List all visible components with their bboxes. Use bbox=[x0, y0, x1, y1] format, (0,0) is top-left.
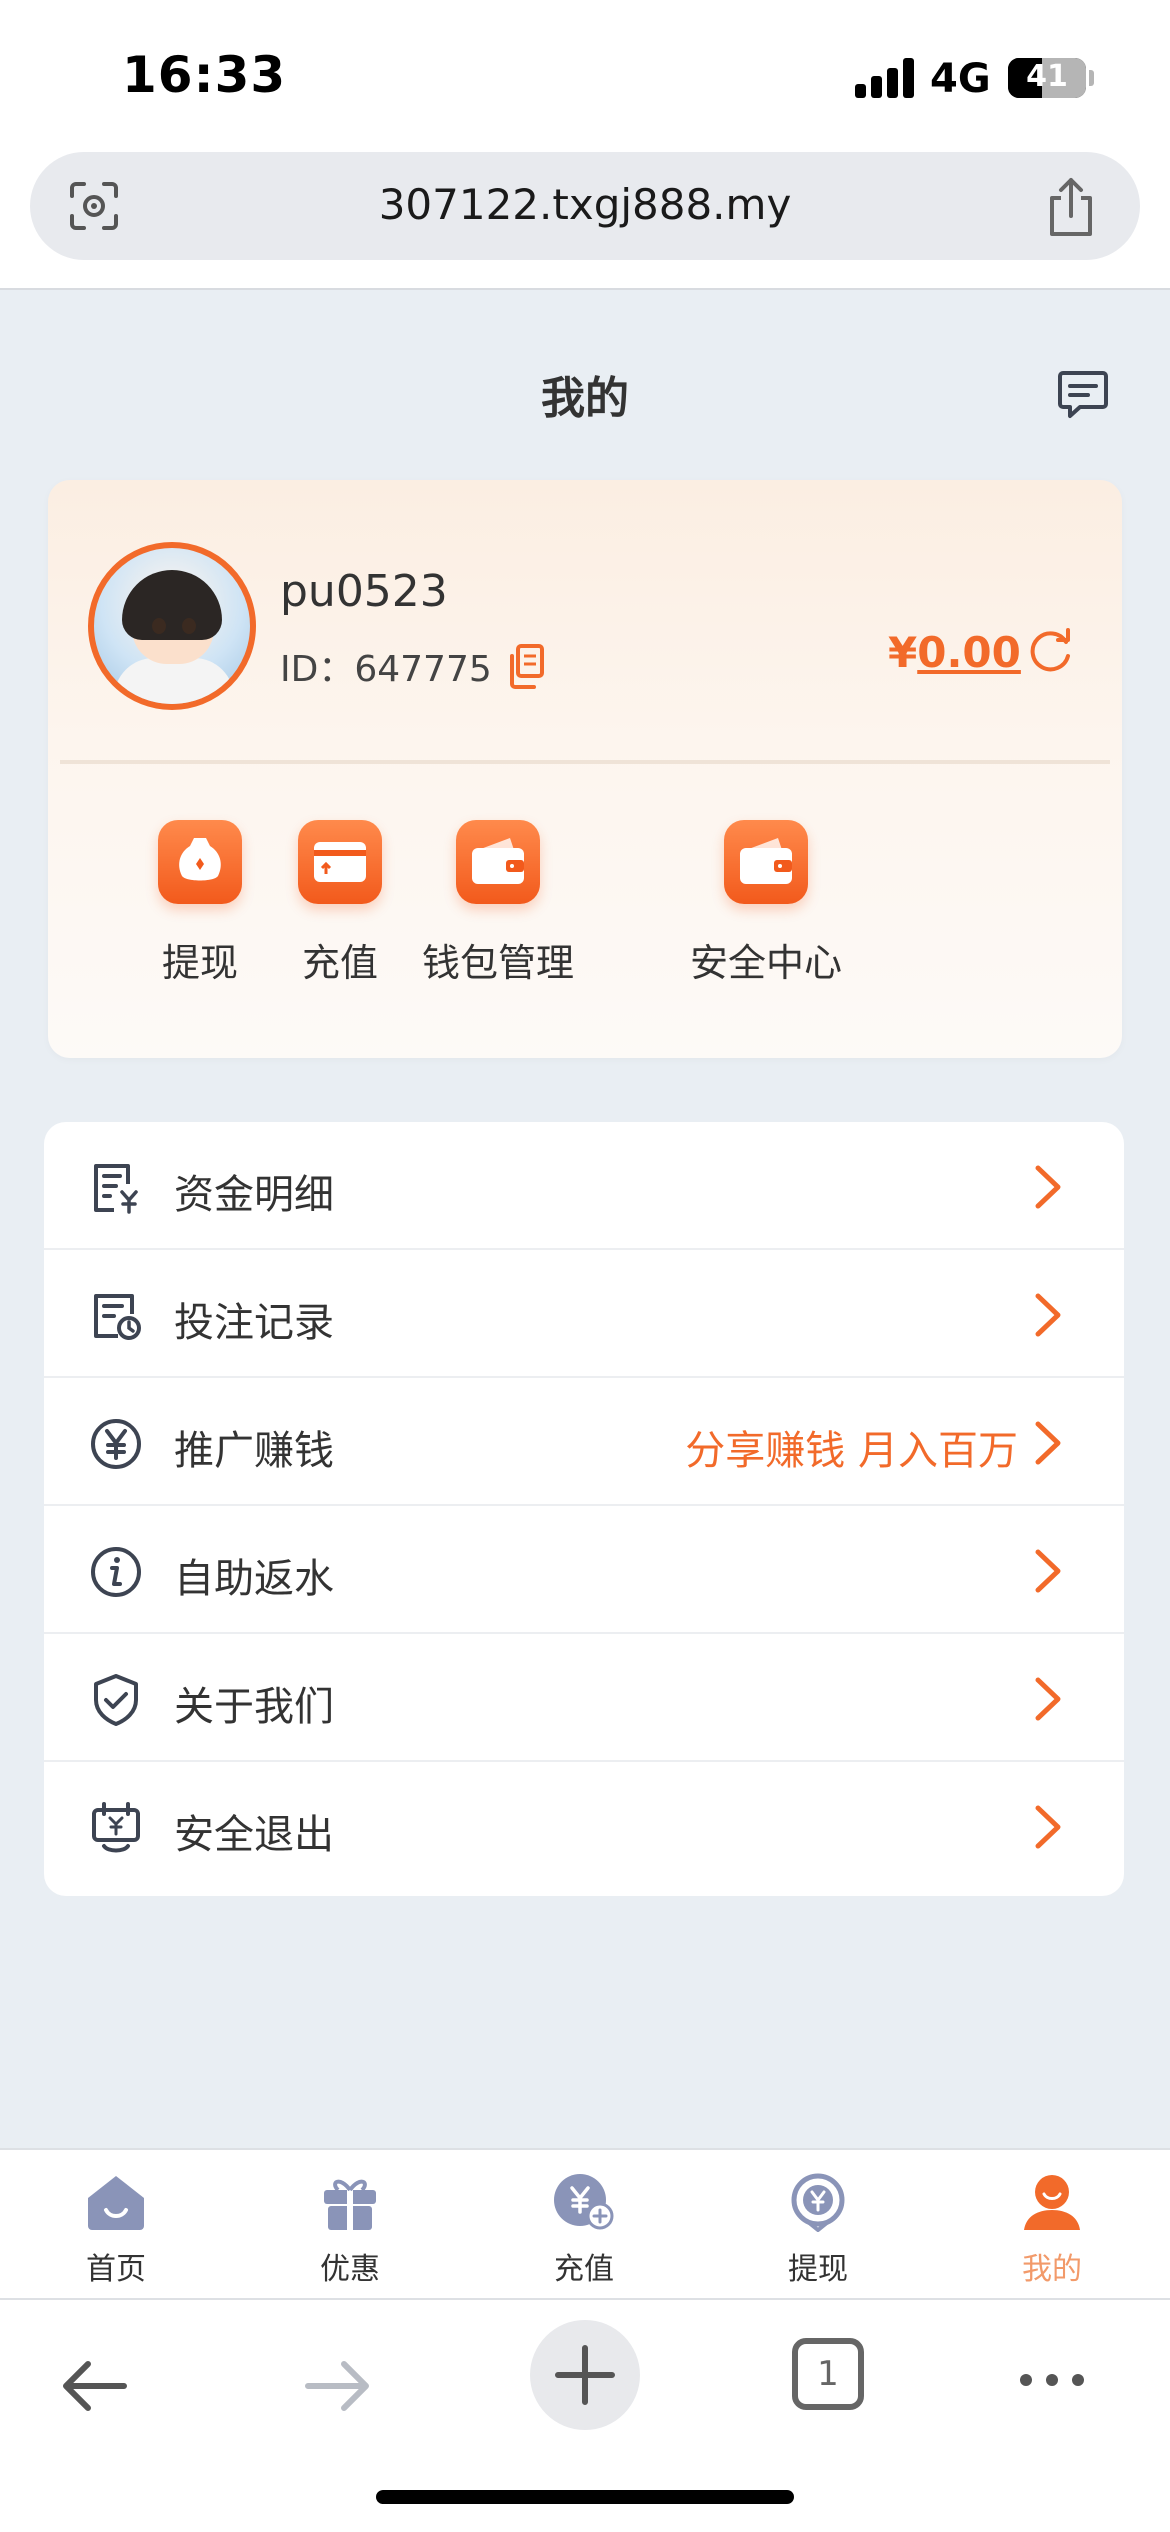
tab-recharge[interactable]: 充值 bbox=[504, 2172, 664, 2288]
avatar[interactable] bbox=[88, 542, 256, 710]
profile-card: pu0523 ID：647775 ¥0.00 提现 充值 钱包管理 安全中心 bbox=[48, 480, 1122, 1058]
balance: ¥0.00 bbox=[888, 628, 1021, 677]
menu-item-label: 推广赚钱 bbox=[174, 1428, 334, 1474]
chevron-right-icon bbox=[1035, 1677, 1061, 1721]
browser-top-bar: 307122.txgj888.my bbox=[0, 150, 1170, 290]
quick-action-label: 钱包管理 bbox=[421, 941, 574, 985]
quick-action-label: 安全中心 bbox=[689, 941, 842, 985]
more-icon[interactable] bbox=[1016, 2370, 1088, 2390]
user-id: ID：647775 bbox=[280, 640, 492, 692]
withdraw-icon bbox=[786, 2172, 850, 2233]
copy-icon[interactable] bbox=[506, 644, 546, 690]
tab-label: 首页 bbox=[86, 2252, 146, 2287]
battery-icon: 41 bbox=[1008, 58, 1086, 98]
info-circle-icon bbox=[91, 1547, 141, 1597]
shield-check-icon bbox=[94, 1674, 138, 1726]
share-icon[interactable] bbox=[1044, 176, 1098, 238]
chevron-right-icon bbox=[1035, 1165, 1061, 1209]
menu-item-label: 资金明细 bbox=[174, 1172, 334, 1218]
cellular-signal-icon bbox=[855, 58, 915, 98]
tab-switcher-button[interactable]: 1 bbox=[792, 2338, 864, 2410]
recharge-icon bbox=[552, 2172, 616, 2232]
message-icon[interactable] bbox=[1056, 370, 1110, 420]
tab-promotions[interactable]: 优惠 bbox=[270, 2172, 430, 2288]
promotion-tagline: 分享赚钱 月入百万 bbox=[685, 1428, 1018, 1474]
chevron-right-icon bbox=[1035, 1805, 1061, 1849]
gift-icon bbox=[318, 2172, 382, 2232]
card-divider bbox=[60, 760, 1110, 764]
status-bar: 16:33 4G 41 bbox=[0, 0, 1170, 150]
wallet-icon bbox=[456, 820, 540, 904]
username: pu0523 bbox=[280, 566, 448, 617]
menu-item-label: 关于我们 bbox=[174, 1684, 334, 1730]
forward-arrow-icon[interactable] bbox=[302, 2358, 374, 2414]
wallet-security-icon bbox=[724, 820, 808, 904]
money-bag-icon bbox=[158, 820, 242, 904]
fund-detail-icon bbox=[94, 1164, 138, 1214]
menu-item-label: 投注记录 bbox=[174, 1300, 334, 1346]
user-id-value: 647775 bbox=[354, 649, 492, 690]
home-indicator bbox=[376, 2490, 794, 2504]
tab-label: 优惠 bbox=[320, 2252, 380, 2287]
chevron-right-icon bbox=[1035, 1549, 1061, 1593]
tab-home[interactable]: 首页 bbox=[36, 2172, 196, 2288]
menu-item-logout[interactable]: 安全退出 bbox=[44, 1762, 1124, 1890]
new-tab-button[interactable] bbox=[530, 2320, 640, 2430]
tab-label: 我的 bbox=[1022, 2252, 1082, 2287]
menu-item-label: 安全退出 bbox=[174, 1812, 334, 1858]
network-type: 4G bbox=[930, 56, 991, 102]
back-arrow-icon[interactable] bbox=[58, 2358, 130, 2414]
menu-item-about-us[interactable]: 关于我们 bbox=[44, 1634, 1124, 1762]
quick-action-security[interactable]: 安全中心 bbox=[638, 820, 894, 987]
yen-circle-icon bbox=[91, 1419, 141, 1469]
plus-icon bbox=[555, 2345, 615, 2405]
menu-item-label: 自助返水 bbox=[174, 1556, 334, 1602]
balance-amount: 0.00 bbox=[917, 628, 1021, 677]
battery-level: 41 bbox=[1026, 59, 1068, 94]
bottom-tab-bar: 首页 优惠 充值 提现 我的 bbox=[0, 2148, 1170, 2298]
logout-icon bbox=[92, 1802, 140, 1853]
menu-list: 资金明细 投注记录 推广赚钱 分享赚钱 月入百万 自助返水 关于我们 安全退出 bbox=[44, 1122, 1124, 1896]
menu-item-fund-detail[interactable]: 资金明细 bbox=[44, 1122, 1124, 1250]
tab-label: 充值 bbox=[554, 2252, 614, 2287]
chevron-right-icon bbox=[1035, 1293, 1061, 1337]
home-icon bbox=[84, 2172, 148, 2232]
menu-item-promotion[interactable]: 推广赚钱 分享赚钱 月入百万 bbox=[44, 1378, 1124, 1506]
menu-item-bet-record[interactable]: 投注记录 bbox=[44, 1250, 1124, 1378]
balance-currency: ¥ bbox=[888, 628, 918, 677]
tab-profile[interactable]: 我的 bbox=[972, 2172, 1132, 2288]
page-title: 我的 bbox=[541, 373, 629, 424]
quick-action-wallet[interactable]: 钱包管理 bbox=[370, 820, 626, 987]
profile-icon bbox=[1020, 2172, 1084, 2232]
refresh-icon[interactable] bbox=[1028, 628, 1074, 674]
chevron-right-icon bbox=[1035, 1421, 1061, 1465]
user-id-label: ID： bbox=[280, 649, 355, 690]
bet-record-icon bbox=[94, 1294, 141, 1340]
tab-label: 提现 bbox=[788, 2252, 848, 2287]
menu-item-rebate[interactable]: 自助返水 bbox=[44, 1506, 1124, 1634]
status-time: 16:33 bbox=[122, 46, 287, 104]
tab-withdraw[interactable]: 提现 bbox=[738, 2172, 898, 2288]
battery-tip bbox=[1089, 70, 1094, 86]
address-bar[interactable]: 307122.txgj888.my bbox=[30, 152, 1140, 260]
url-text: 307122.txgj888.my bbox=[378, 180, 792, 229]
